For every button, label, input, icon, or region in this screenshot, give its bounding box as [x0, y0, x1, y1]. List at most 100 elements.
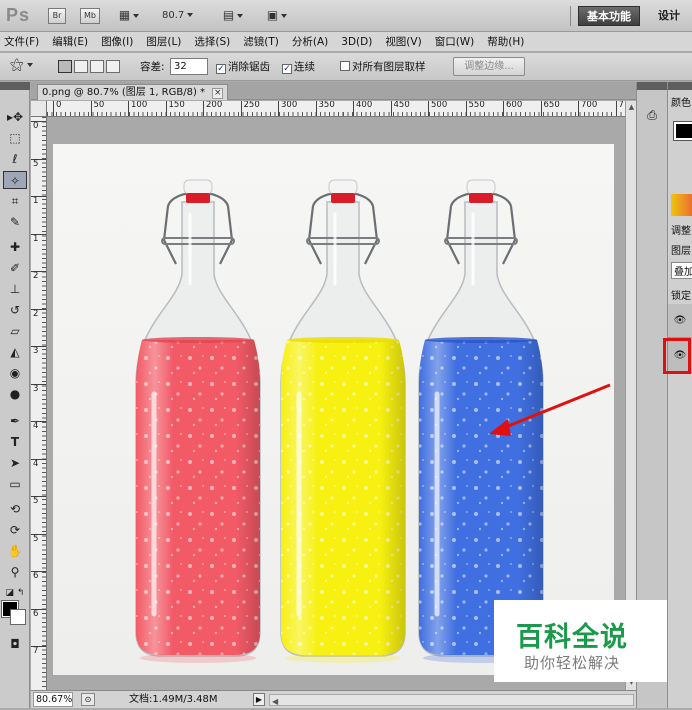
adjustments-panel-tab[interactable]: 调整	[671, 222, 691, 237]
ruler-tick-label: 4	[31, 458, 46, 469]
workspace-essentials-button[interactable]: 基本功能	[578, 6, 640, 26]
3d-orbit-icon[interactable]: ⟳	[3, 521, 27, 539]
eyedropper-tool-icon[interactable]: ✎	[3, 213, 27, 231]
ruler-tick-label: 0	[53, 101, 61, 116]
horizontal-scrollbar[interactable]: ◀	[269, 694, 634, 706]
options-bar: ⚝ 容差: 32 ✓ 消除锯齿 ✓ 连续 对所有图层取样 调整边缘...	[0, 53, 692, 81]
arrange-documents-icon[interactable]: ▤	[218, 8, 248, 24]
refine-edge-button[interactable]: 调整边缘...	[453, 57, 525, 76]
intersect-selection-icon[interactable]	[106, 60, 120, 73]
ruler-tick-label: 5	[31, 533, 46, 544]
menu-file[interactable]: 文件(F)	[4, 34, 39, 49]
scroll-up-icon[interactable]: ▲	[627, 103, 636, 113]
close-icon[interactable]: ×	[212, 88, 224, 99]
swap-colors-icon[interactable]: ◪ ↰	[3, 584, 27, 602]
screen-mode-icon[interactable]: ▣	[262, 8, 292, 24]
blur-tool-icon[interactable]: ◉	[3, 364, 27, 382]
ruler-tick-label: 7	[31, 646, 46, 656]
history-panel-icon[interactable]: ⎙	[643, 108, 661, 124]
ruler-tick-label: 6	[31, 608, 46, 619]
quick-select-tool-icon[interactable]: ✧	[3, 171, 27, 189]
ruler-origin[interactable]	[31, 101, 47, 117]
ruler-tick-label: 2	[31, 271, 46, 281]
bridge-button[interactable]: Br	[48, 8, 66, 24]
blend-mode-select[interactable]: 叠加	[671, 262, 692, 279]
tolerance-input[interactable]: 32	[170, 58, 208, 75]
bottle-seal	[186, 193, 210, 203]
color-panel-swatch[interactable]	[673, 121, 692, 141]
layers-panel-tab[interactable]: 图层	[671, 242, 691, 257]
crop-tool-icon[interactable]: ⌗	[3, 192, 27, 210]
move-tool-icon[interactable]: ▸✥	[3, 108, 27, 126]
ruler-tick-label: 450	[390, 101, 410, 116]
antialias-checkbox[interactable]: ✓ 消除锯齿	[216, 59, 270, 74]
horizontal-ruler[interactable]: 0 50 100 150 200 250 300 350 400 450 500 550 600 650 7…	[47, 101, 625, 117]
view-extras-icon[interactable]: ▦	[114, 8, 144, 24]
quick-select-preset-icon[interactable]: ⚝	[10, 57, 33, 73]
status-info-icon[interactable]: ⊙	[81, 693, 95, 706]
ruler-tick-label: 2	[31, 308, 46, 319]
menu-image[interactable]: 图像(I)	[101, 34, 133, 49]
ruler-tick-label: 200	[203, 101, 222, 116]
layer-row[interactable]: 👁	[668, 304, 692, 338]
lasso-tool-icon[interactable]: ℓ	[3, 150, 27, 168]
type-tool-icon[interactable]: T	[3, 433, 27, 451]
clone-stamp-icon[interactable]: ⊥	[3, 280, 27, 298]
menu-3d[interactable]: 3D(D)	[341, 36, 372, 48]
ruler-tick-label: 5	[31, 158, 46, 169]
menu-select[interactable]: 选择(S)	[194, 34, 230, 49]
menu-view[interactable]: 视图(V)	[385, 34, 421, 49]
pen-tool-icon[interactable]: ✒	[3, 412, 27, 430]
zoom-percent-field[interactable]: 80.67%	[33, 692, 73, 707]
subtract-selection-icon[interactable]	[90, 60, 104, 73]
quick-mask-icon[interactable]: ◘	[3, 635, 27, 653]
vertical-ruler[interactable]: 0 5 1 1 2 2 3 3 4 4 5 5 6 6 7	[31, 117, 47, 690]
ruler-tick-label: 4	[31, 421, 46, 431]
zoom-tool-icon[interactable]: ⚲	[3, 563, 27, 581]
sample-all-layers-checkbox[interactable]: 对所有图层取样	[340, 59, 426, 74]
history-brush-icon[interactable]: ↺	[3, 301, 27, 319]
marquee-tool-icon[interactable]: ⬚	[3, 129, 27, 147]
document-tab[interactable]: 0.png @ 80.7% (图层 1, RGB/8) * ×	[37, 84, 229, 100]
menu-analysis[interactable]: 分析(A)	[292, 34, 328, 49]
ruler-tick-label: 3	[31, 383, 46, 394]
shape-tool-icon[interactable]: ▭	[3, 475, 27, 493]
workspace-design-button[interactable]: 设计	[650, 6, 688, 26]
eraser-tool-icon[interactable]: ▱	[3, 322, 27, 340]
hand-tool-icon[interactable]: ✋	[3, 542, 27, 560]
background-color-swatch[interactable]	[10, 609, 26, 625]
ruler-tick-label: 100	[128, 101, 147, 116]
ruler-tick-label: 600	[503, 101, 522, 116]
dock-header	[637, 82, 668, 90]
add-selection-icon[interactable]	[74, 60, 88, 73]
status-menu-arrow-icon[interactable]: ▶	[253, 693, 265, 706]
toolbox-header	[0, 82, 30, 90]
right-panel: 颜色 调整 图层 叠加 锁定 👁 👁	[667, 82, 692, 708]
new-selection-icon[interactable]	[58, 60, 72, 73]
swatch-gradient[interactable]	[671, 194, 692, 216]
contiguous-checkbox[interactable]: ✓ 连续	[282, 59, 315, 74]
bottle-seal	[331, 193, 355, 203]
path-select-icon[interactable]: ➤	[3, 454, 27, 472]
ruler-tick-label: 3	[31, 346, 46, 356]
ruler-tick-label: 150	[165, 101, 185, 116]
color-panel-tab[interactable]: 颜色	[671, 94, 691, 109]
dodge-tool-icon[interactable]: ●	[3, 385, 27, 403]
menu-window[interactable]: 窗口(W)	[435, 34, 475, 49]
menu-layer[interactable]: 图层(L)	[146, 34, 181, 49]
brush-tool-icon[interactable]: ✐	[3, 259, 27, 277]
scroll-left-icon[interactable]: ◀	[272, 693, 278, 710]
liquid-surface	[425, 337, 537, 343]
eye-icon[interactable]: 👁	[672, 314, 688, 328]
healing-brush-icon[interactable]: ✚	[3, 238, 27, 256]
bottle-stopper	[466, 179, 496, 195]
ruler-tick-label: 300	[278, 101, 297, 116]
mini-bridge-button[interactable]: Mb	[80, 8, 100, 24]
menu-help[interactable]: 帮助(H)	[487, 34, 524, 49]
menu-edit[interactable]: 编辑(E)	[52, 34, 88, 49]
paint-bucket-icon[interactable]: ◭	[3, 343, 27, 361]
menu-filter[interactable]: 滤镜(T)	[243, 34, 279, 49]
zoom-level-select[interactable]: 80.7	[162, 8, 204, 24]
document-image[interactable]	[53, 144, 614, 675]
3d-rotate-icon[interactable]: ⟲	[3, 500, 27, 518]
